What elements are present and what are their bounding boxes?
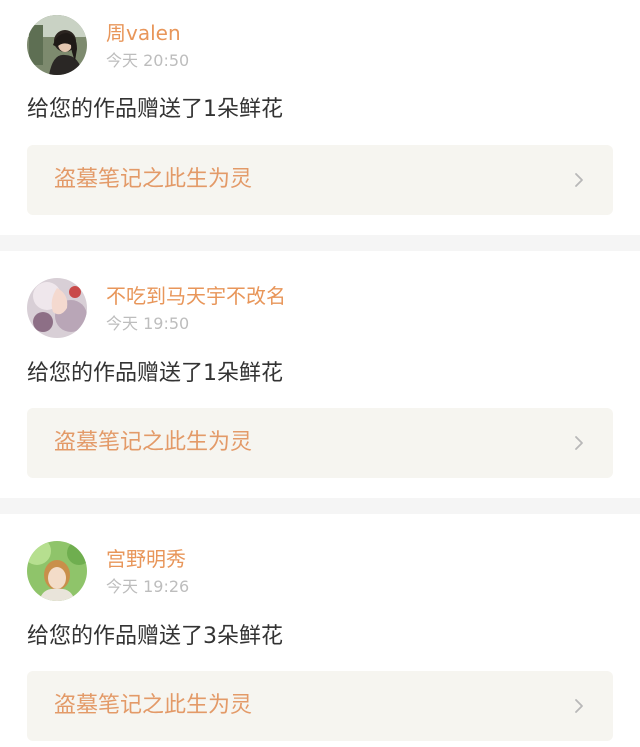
notification-message: 给您的作品赠送了3朵鲜花 [27,624,283,649]
chevron-right-icon [575,173,583,187]
avatar[interactable] [27,541,87,601]
user-avatar-icon [27,15,87,75]
username[interactable]: 不吃到马天宇不改名 [106,284,286,308]
notification-message: 给您的作品赠送了1朵鲜花 [27,361,283,386]
timestamp: 今天 19:50 [106,314,190,333]
user-avatar-icon [27,541,87,601]
avatar[interactable] [27,278,87,338]
work-link[interactable]: 盗墓笔记之此生为灵 [27,408,613,478]
chevron-right-icon [575,436,583,450]
avatar[interactable] [27,15,87,75]
notification-message: 给您的作品赠送了1朵鲜花 [27,97,283,122]
notification-card: 周valen 今天 20:50 给您的作品赠送了1朵鲜花 盗墓笔记之此生为灵 [0,0,640,235]
work-link[interactable]: 盗墓笔记之此生为灵 [27,671,613,741]
section-divider [0,235,640,251]
notification-card: 不吃到马天宇不改名 今天 19:50 给您的作品赠送了1朵鲜花 盗墓笔记之此生为… [0,251,640,498]
work-link[interactable]: 盗墓笔记之此生为灵 [27,145,613,215]
work-title: 盗墓笔记之此生为灵 [54,693,253,718]
user-avatar-icon [27,278,87,338]
section-divider [0,498,640,514]
chevron-right-icon [575,699,583,713]
username[interactable]: 周valen [106,21,181,45]
work-title: 盗墓笔记之此生为灵 [54,430,253,455]
notification-card: 宫野明秀 今天 19:26 给您的作品赠送了3朵鲜花 盗墓笔记之此生为灵 [0,514,640,747]
work-title: 盗墓笔记之此生为灵 [54,167,253,192]
timestamp: 今天 20:50 [106,51,190,70]
timestamp: 今天 19:26 [106,577,190,596]
username[interactable]: 宫野明秀 [106,547,186,571]
